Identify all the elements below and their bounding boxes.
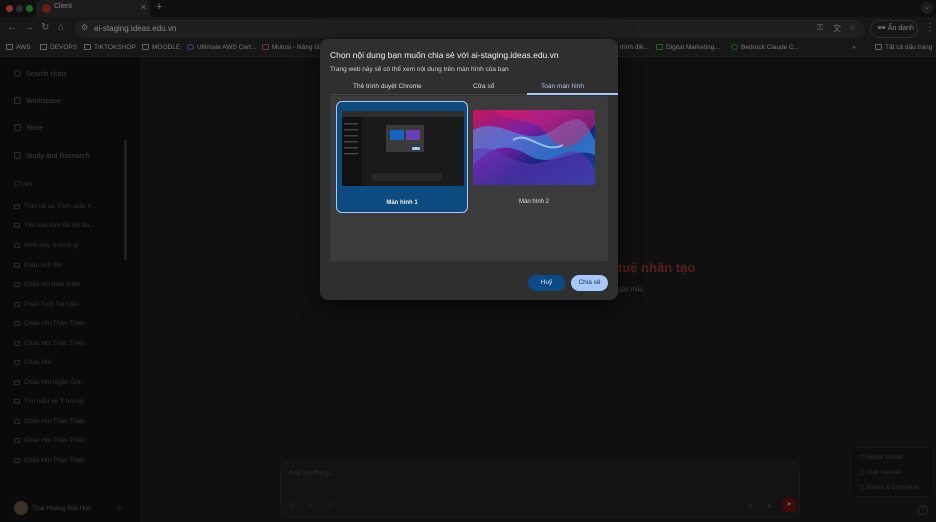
screen-1-label: Màn hình 1 xyxy=(386,200,418,206)
share-source-tabs: Thẻ trình duyệt Chrome Cửa sổ Toàn màn h… xyxy=(330,80,618,95)
tab-entire-screen[interactable]: Toàn màn hình xyxy=(541,83,584,90)
screen-share-dialog: Chọn nội dung bạn muốn chia sẻ với ai-st… xyxy=(320,39,618,300)
screen-1-thumbnail xyxy=(342,111,464,186)
screen-option-1[interactable]: Màn hình 1 xyxy=(336,101,468,213)
dialog-title: Chọn nội dung bạn muốn chia sẻ với ai-st… xyxy=(330,50,559,60)
screen-2-thumbnail xyxy=(473,110,595,185)
tab-window[interactable]: Cửa sổ xyxy=(473,83,494,90)
share-button[interactable]: Chia sẻ xyxy=(571,275,608,291)
page-subtitle: gặp mắc, xyxy=(618,286,645,293)
active-tab-indicator xyxy=(527,93,618,95)
cancel-button[interactable]: Huỷ xyxy=(528,275,565,291)
screen-2-label: Màn hình 2 xyxy=(518,199,550,205)
screen-option-2[interactable]: Màn hình 2 xyxy=(468,101,600,213)
page-title: tuệ nhân tạo xyxy=(618,260,696,275)
dialog-subtitle: Trang web này sẽ có thể xem nội dung trê… xyxy=(330,66,509,73)
tab-chrome-tab[interactable]: Thẻ trình duyệt Chrome xyxy=(353,83,422,90)
screen-picker: Màn hình 1 Màn hình 2 xyxy=(330,96,608,261)
